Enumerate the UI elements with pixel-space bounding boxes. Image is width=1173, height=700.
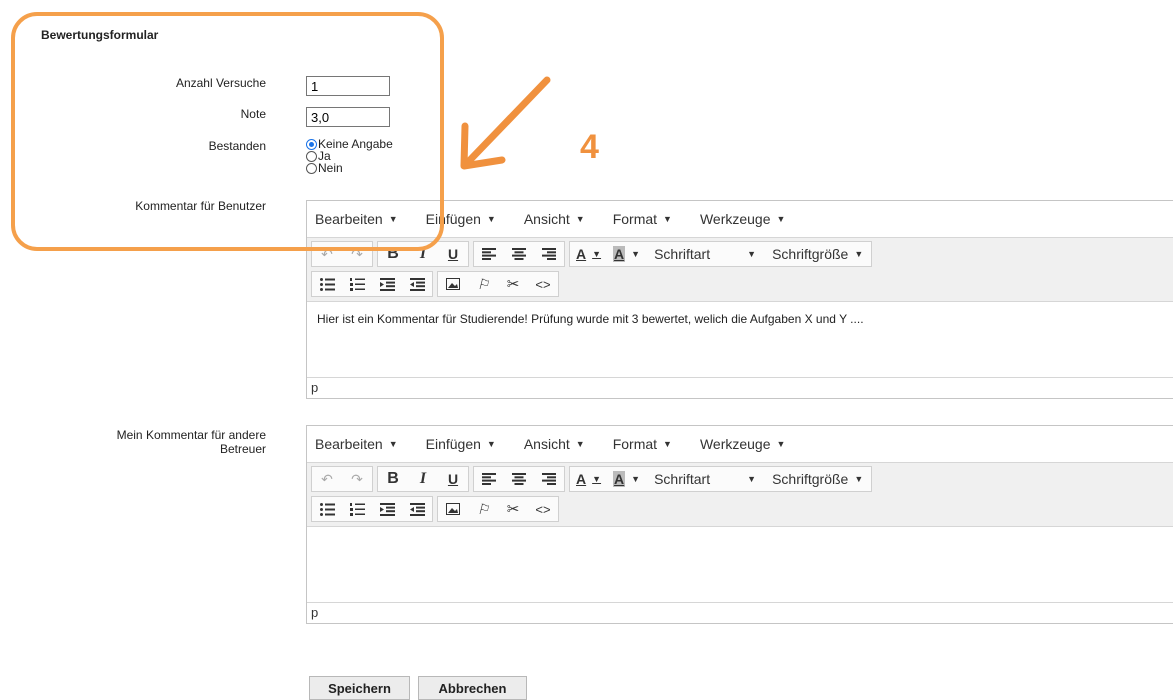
menu-format[interactable]: Format ▼ [613,436,672,452]
image-icon[interactable] [438,272,468,296]
editor-content[interactable]: Hier ist ein Kommentar für Studierende! … [307,302,1173,377]
editor-menubar: Bearbeiten ▼ Einfügen ▼ Ansicht ▼ Format ▼ W… [307,426,1173,463]
grade-input[interactable] [306,107,390,127]
menu-ansicht[interactable]: Ansicht ▼ [524,211,585,227]
comment-user-label: Kommentar für Benutzer [135,199,266,213]
bullet-list-icon[interactable] [312,272,342,296]
bold-button[interactable]: B [378,242,408,266]
editor-statusbar: p [307,602,1173,623]
attempts-label: Anzahl Versuche [175,76,266,90]
editor-toolbar: ↶ ↷ B I U A ▼ A ▼ Schriftart ▼ Schriftgröße… [307,463,1173,527]
comment-tutor-editor: Bearbeiten ▼ Einfügen ▼ Ansicht ▼ Format ▼ W… [306,425,1173,624]
link-icon[interactable]: ⚐ [468,497,498,521]
editor-toolbar: ↶ ↷ B I U A ▼ A ▼ Schriftart ▼ Schriftgröße… [307,238,1173,302]
grade-label: Note [240,107,266,121]
bullet-list-icon[interactable] [312,497,342,521]
outdent-icon[interactable] [372,497,402,521]
menu-format[interactable]: Format ▼ [613,211,672,227]
menu-einfuegen[interactable]: Einfügen ▼ [426,436,496,452]
menu-werkzeuge[interactable]: Werkzeuge ▼ [700,211,785,227]
editor-menubar: Bearbeiten ▼ Einfügen ▼ Ansicht ▼ Format ▼ W… [307,201,1173,238]
indent-icon[interactable] [402,272,432,296]
menu-werkzeuge[interactable]: Werkzeuge ▼ [700,436,785,452]
indent-icon[interactable] [402,497,432,521]
undo-icon[interactable]: ↶ [312,242,342,266]
align-left-icon[interactable] [474,242,504,266]
radio-ja[interactable] [306,150,317,162]
radio-keine-angabe[interactable] [306,138,317,150]
undo-icon[interactable]: ↶ [312,467,342,491]
form-title: Bewertungsformular [41,28,159,42]
menu-ansicht[interactable]: Ansicht ▼ [524,436,585,452]
unlink-icon[interactable]: ✂ [498,497,528,521]
code-icon[interactable]: <> [528,272,558,296]
text-color-button[interactable]: A ▼ [570,467,607,491]
passed-radio-group: Keine Angabe Ja Nein [306,138,393,174]
text-color-button[interactable]: A ▼ [570,242,607,266]
italic-button[interactable]: I [408,467,438,491]
font-family-select[interactable]: Schriftart ▼ [646,467,764,491]
bg-color-button[interactable]: A ▼ [607,242,646,266]
align-right-icon[interactable] [534,467,564,491]
passed-label: Bestanden [208,139,266,153]
comment-user-editor: Bearbeiten ▼ Einfügen ▼ Ansicht ▼ Format ▼ W… [306,200,1173,399]
annotation-number: 4 [580,128,599,166]
underline-button[interactable]: U [438,242,468,266]
italic-button[interactable]: I [408,242,438,266]
annotation-arrow-icon [460,76,551,170]
font-family-select[interactable]: Schriftart ▼ [646,242,764,266]
redo-icon[interactable]: ↷ [342,467,372,491]
radio-option-nein[interactable]: Nein [306,162,393,174]
editor-content[interactable] [307,527,1173,602]
menu-bearbeiten[interactable]: Bearbeiten ▼ [315,436,398,452]
numbered-list-icon[interactable] [342,272,372,296]
underline-button[interactable]: U [438,467,468,491]
unlink-icon[interactable]: ✂ [498,272,528,296]
bold-button[interactable]: B [378,467,408,491]
font-size-select[interactable]: Schriftgröße ▼ [764,467,871,491]
image-icon[interactable] [438,497,468,521]
radio-nein[interactable] [306,162,317,174]
save-button[interactable]: Speichern [309,676,410,700]
radio-label: Nein [318,161,343,175]
code-icon[interactable]: <> [528,497,558,521]
attempts-input[interactable] [306,76,390,96]
redo-icon[interactable]: ↷ [342,242,372,266]
align-center-icon[interactable] [504,467,534,491]
font-size-select[interactable]: Schriftgröße ▼ [764,242,871,266]
editor-statusbar: p [307,377,1173,398]
align-center-icon[interactable] [504,242,534,266]
cancel-button[interactable]: Abbrechen [418,676,527,700]
numbered-list-icon[interactable] [342,497,372,521]
menu-bearbeiten[interactable]: Bearbeiten ▼ [315,211,398,227]
menu-einfuegen[interactable]: Einfügen ▼ [426,211,496,227]
outdent-icon[interactable] [372,272,402,296]
bg-color-button[interactable]: A ▼ [607,467,646,491]
comment-tutor-label: Mein Kommentar für andere Betreuer [116,428,266,456]
align-right-icon[interactable] [534,242,564,266]
align-left-icon[interactable] [474,467,504,491]
link-icon[interactable]: ⚐ [468,272,498,296]
